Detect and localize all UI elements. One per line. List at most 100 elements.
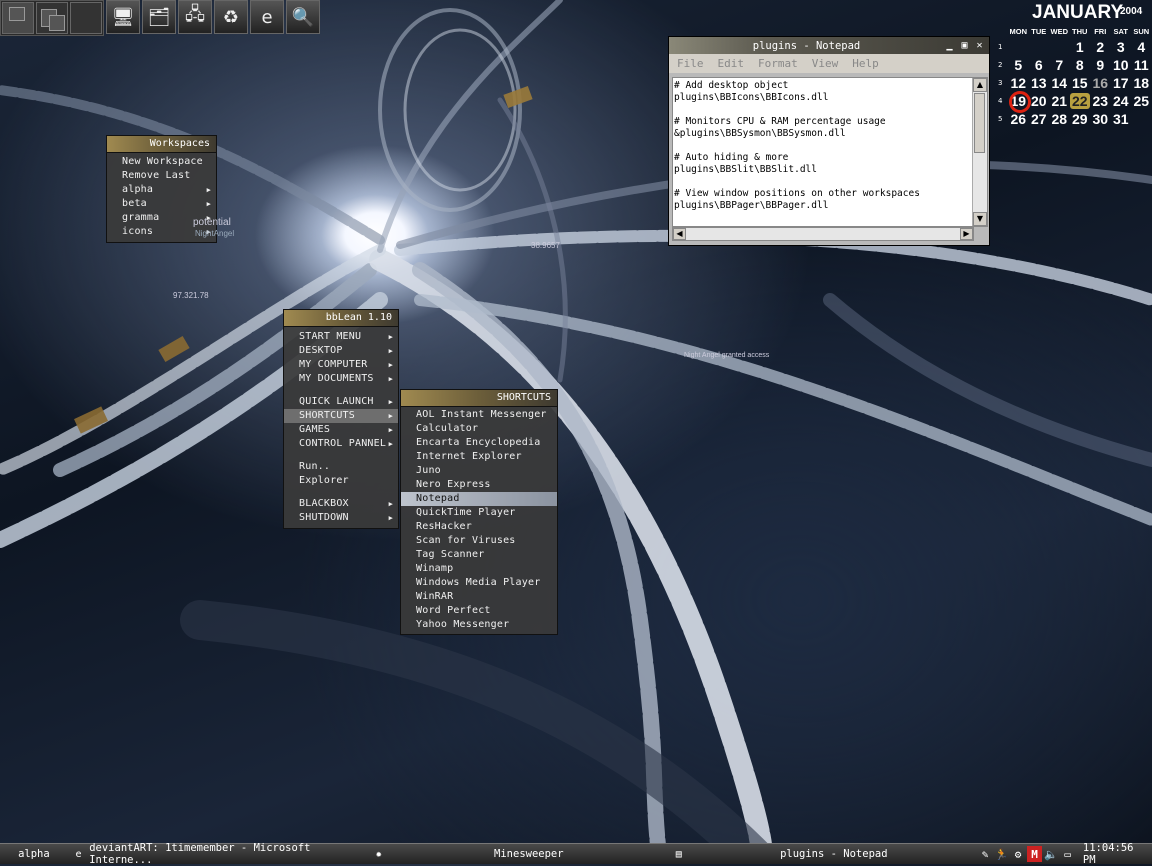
shortcut-menu-item[interactable]: QuickTime Player bbox=[401, 506, 557, 520]
gmail-icon[interactable]: M bbox=[1027, 846, 1042, 862]
menu-edit[interactable]: Edit bbox=[718, 57, 745, 70]
calendar-day[interactable]: 27 bbox=[1029, 111, 1050, 127]
scroll-up-icon[interactable]: ▲ bbox=[973, 78, 987, 92]
menu-file[interactable]: File bbox=[677, 57, 704, 70]
notepad-window[interactable]: plugins - Notepad ▁ ▣ ✕ File Edit Format Vi… bbox=[668, 36, 990, 246]
main-menu-item[interactable]: SHUTDOWN ▶ bbox=[284, 511, 398, 525]
main-menu-item[interactable]: SHORTCUTS ▶ bbox=[284, 409, 398, 423]
calendar-day[interactable]: 20 bbox=[1029, 93, 1050, 109]
vertical-scrollbar[interactable]: ▲ ▼ bbox=[972, 78, 987, 226]
main-menu-item[interactable]: Run.. bbox=[284, 460, 398, 474]
menu-view[interactable]: View bbox=[812, 57, 839, 70]
calendar-day[interactable]: 24 bbox=[1111, 93, 1132, 109]
calendar-day[interactable]: 7 bbox=[1049, 57, 1070, 73]
internet-explorer-icon[interactable]: e bbox=[250, 0, 284, 34]
shortcut-menu-item[interactable]: AOL Instant Messenger bbox=[401, 408, 557, 422]
calendar-day[interactable]: 5 bbox=[1008, 57, 1029, 73]
shortcut-menu-item[interactable]: Scan for Viruses bbox=[401, 534, 557, 548]
shortcut-menu-item[interactable]: Winamp bbox=[401, 562, 557, 576]
taskbar-workspace-label[interactable]: alpha bbox=[0, 848, 68, 860]
calendar-day[interactable]: 9 bbox=[1090, 57, 1111, 73]
scroll-right-icon[interactable]: ▶ bbox=[960, 228, 973, 240]
notepad-text[interactable]: # Add desktop object plugins\BBIcons\BBI… bbox=[674, 80, 974, 212]
calendar-day[interactable]: 15 bbox=[1070, 75, 1091, 91]
close-icon[interactable]: ✕ bbox=[974, 40, 985, 51]
monitor-icon[interactable]: ▭ bbox=[1060, 846, 1075, 862]
calendar-day[interactable]: 30 bbox=[1090, 111, 1111, 127]
main-menu-item[interactable]: MY COMPUTER ▶ bbox=[284, 358, 398, 372]
calendar-day[interactable]: 13 bbox=[1029, 75, 1050, 91]
calendar-day[interactable]: 18 bbox=[1131, 75, 1152, 91]
volume-icon[interactable]: 🔈 bbox=[1044, 846, 1059, 862]
calendar-day[interactable]: 29 bbox=[1070, 111, 1091, 127]
shortcut-menu-item[interactable]: Yahoo Messenger bbox=[401, 618, 557, 632]
shortcut-menu-item[interactable]: Calculator bbox=[401, 422, 557, 436]
calendar-day[interactable]: 1 bbox=[1070, 39, 1091, 55]
calendar-day[interactable]: 21 bbox=[1049, 93, 1070, 109]
scroll-left-icon[interactable]: ◀ bbox=[673, 228, 686, 240]
calendar-day[interactable]: 10 bbox=[1111, 57, 1132, 73]
taskbar-task[interactable]: ✹ Minesweeper bbox=[368, 845, 668, 863]
shortcut-menu-item[interactable]: Notepad bbox=[401, 492, 557, 506]
calendar-day[interactable]: 23 bbox=[1090, 93, 1111, 109]
scroll-down-icon[interactable]: ▼ bbox=[973, 212, 987, 226]
workspace-2-thumb[interactable] bbox=[36, 2, 68, 34]
workspace-3-thumb[interactable] bbox=[70, 2, 102, 34]
calendar-day[interactable]: 28 bbox=[1049, 111, 1070, 127]
calendar-day[interactable]: 19 bbox=[1008, 91, 1031, 113]
main-menu-item[interactable]: QUICK LAUNCH ▶ bbox=[284, 395, 398, 409]
main-menu-item[interactable]: START MENU ▶ bbox=[284, 330, 398, 344]
minimize-icon[interactable]: ▁ bbox=[944, 40, 955, 51]
shortcut-menu-item[interactable]: Juno bbox=[401, 464, 557, 478]
calendar-day[interactable]: 6 bbox=[1029, 57, 1050, 73]
workspace-menu-item[interactable]: New Workspace bbox=[107, 155, 216, 169]
network-icon[interactable]: 🖧 bbox=[178, 0, 212, 34]
recycle-bin-icon[interactable]: ♻ bbox=[214, 0, 248, 34]
calendar-day[interactable]: 26 bbox=[1008, 111, 1029, 127]
workspace-menu-item[interactable]: beta ▶ bbox=[107, 197, 216, 211]
workspace-menu-item[interactable]: Remove Last bbox=[107, 169, 216, 183]
taskbar-task[interactable]: ▤ plugins - Notepad bbox=[668, 845, 978, 863]
main-menu-item[interactable]: GAMES ▶ bbox=[284, 423, 398, 437]
shortcut-menu-item[interactable]: Internet Explorer bbox=[401, 450, 557, 464]
shortcut-menu-item[interactable]: Encarta Encyclopedia bbox=[401, 436, 557, 450]
taskbar-task[interactable]: e deviantART: 1timemember - Microsoft Int… bbox=[68, 842, 368, 866]
shortcut-menu-item[interactable]: WinRAR bbox=[401, 590, 557, 604]
horizontal-scrollbar[interactable]: ◀ ▶ bbox=[672, 227, 974, 241]
notepad-editor[interactable]: # Add desktop object plugins\BBIcons\BBI… bbox=[672, 77, 988, 227]
workspace-1-thumb[interactable] bbox=[2, 2, 34, 34]
control-panel-icon[interactable]: 🗂 bbox=[142, 0, 176, 34]
calendar-day[interactable]: 25 bbox=[1131, 93, 1152, 109]
calendar-day[interactable]: 17 bbox=[1111, 75, 1132, 91]
maximize-icon[interactable]: ▣ bbox=[959, 40, 970, 51]
calendar-day[interactable]: 16 bbox=[1090, 75, 1111, 91]
calendar-day[interactable]: 8 bbox=[1070, 57, 1091, 73]
calendar-day[interactable]: 31 bbox=[1111, 111, 1132, 127]
taskbar-clock[interactable]: 11:04:56 PM bbox=[1083, 842, 1146, 866]
calendar-day[interactable]: 2 bbox=[1090, 39, 1111, 55]
workspace-pager[interactable] bbox=[0, 0, 104, 36]
main-menu-item[interactable]: MY DOCUMENTS ▶ bbox=[284, 372, 398, 386]
calendar-day[interactable]: 12 bbox=[1008, 75, 1029, 91]
shortcut-menu-item[interactable]: ResHacker bbox=[401, 520, 557, 534]
main-menu-item[interactable]: CONTROL PANNEL ▶ bbox=[284, 437, 398, 451]
calendar-day[interactable]: 11 bbox=[1131, 57, 1152, 73]
calendar-day[interactable]: 3 bbox=[1111, 39, 1132, 55]
notepad-titlebar[interactable]: plugins - Notepad ▁ ▣ ✕ bbox=[669, 37, 989, 54]
search-icon[interactable]: 🔍 bbox=[286, 0, 320, 34]
shortcut-menu-item[interactable]: Word Perfect bbox=[401, 604, 557, 618]
scroll-thumb[interactable] bbox=[974, 93, 985, 153]
calendar-day[interactable]: 4 bbox=[1131, 39, 1152, 55]
main-menu-item[interactable]: DESKTOP ▶ bbox=[284, 344, 398, 358]
network-tray-icon[interactable]: ⚙ bbox=[1011, 846, 1026, 862]
shortcut-menu-item[interactable]: Windows Media Player bbox=[401, 576, 557, 590]
main-menu-item[interactable]: BLACKBOX ▶ bbox=[284, 497, 398, 511]
shortcut-menu-item[interactable]: Tag Scanner bbox=[401, 548, 557, 562]
pencil-icon[interactable]: ✎ bbox=[978, 846, 993, 862]
runner-icon[interactable]: 🏃 bbox=[994, 846, 1009, 862]
calendar-day[interactable]: 22 bbox=[1069, 93, 1090, 109]
shortcut-menu-item[interactable]: Nero Express bbox=[401, 478, 557, 492]
menu-format[interactable]: Format bbox=[758, 57, 798, 70]
menu-help[interactable]: Help bbox=[852, 57, 879, 70]
main-menu-item[interactable]: Explorer bbox=[284, 474, 398, 488]
